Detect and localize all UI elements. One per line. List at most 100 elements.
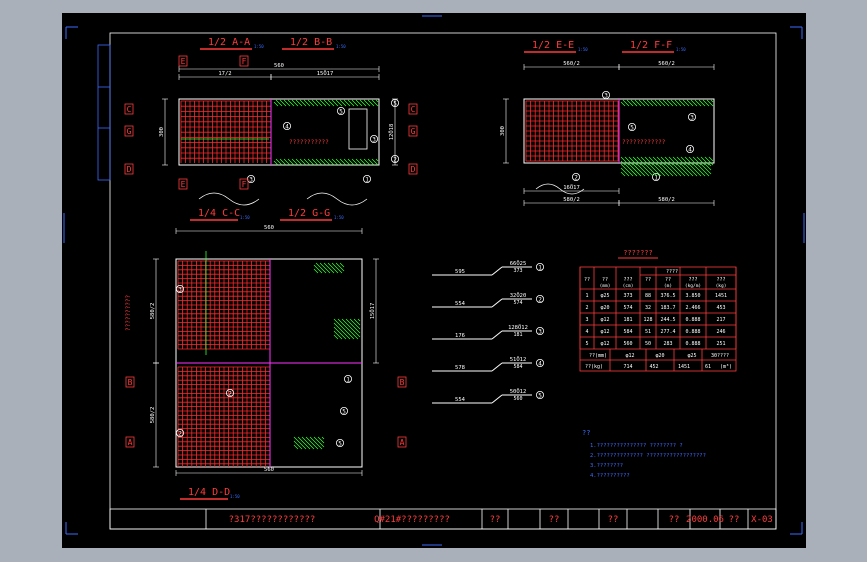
schedule-cell: 0.888 [685, 317, 700, 323]
cut-letter: A [400, 438, 405, 447]
schedule-header: ?? [645, 277, 651, 283]
schedule-cell: 3.850 [685, 293, 700, 299]
bar-mark-label: 3 [690, 115, 694, 122]
title-cell: ?? [490, 515, 501, 525]
hatch-line [341, 318, 361, 338]
bar-length: 176 [455, 333, 465, 339]
title-aa: 1/2 A-A 1:50 [200, 37, 264, 50]
hatch-line [700, 156, 710, 166]
bar-mark-label: 5 [339, 109, 343, 116]
cut-letter: C [411, 105, 416, 114]
hatch-ff-top [620, 99, 714, 107]
cut-letter: F [242, 180, 247, 189]
dim-top-total: 560 [178, 63, 380, 72]
schedule-cell: 574 [623, 305, 632, 311]
schedule-cell: 50 [645, 341, 651, 347]
hatch-line [672, 156, 682, 166]
curve [306, 192, 368, 206]
hatch-line [293, 440, 303, 450]
schedule-cell: 373 [623, 293, 632, 299]
hatch-line [375, 99, 379, 103]
schedule-cell: 181 [623, 317, 632, 323]
scale-note: 1:50 [240, 215, 250, 220]
title-dd: 1/4 D-D 1:50 [180, 487, 240, 500]
bar-mark: 1 [362, 174, 371, 184]
bar-detail-1: 595 66Ö25373 [432, 260, 532, 276]
section-cut-mark: F [239, 55, 249, 67]
schedule-cell: φ12 [600, 317, 609, 323]
schedule-header: ??? [623, 277, 632, 283]
hatch-line [636, 156, 646, 166]
section-cut-mark: E [178, 55, 188, 67]
schedule-sum: φ20 [655, 353, 664, 359]
schedule-header-unit: (m) [664, 283, 672, 289]
schedule-cell: φ12 [600, 329, 609, 335]
bar-mark-label: 1 [538, 265, 542, 272]
cut-letter: B [128, 378, 133, 387]
schedule-sum: φ12 [625, 353, 634, 359]
pocket-hatch [313, 262, 345, 274]
bar-mark: 3 [602, 91, 611, 100]
hatch-line [345, 318, 361, 334]
bar-mark: 2 [571, 172, 580, 182]
bar-sublabel: 373 [513, 268, 522, 274]
hatch-line [273, 101, 279, 107]
bar-shape [491, 362, 503, 372]
dim-plan-top: 560 [175, 225, 363, 234]
cut-letter: C [127, 105, 132, 114]
note-line: 4.?????????? [590, 473, 630, 479]
section-title: 1/2 F-F [630, 40, 672, 51]
bar-sublabel: 584 [513, 364, 522, 370]
hatch-line [293, 444, 299, 450]
hatch-line [624, 156, 634, 166]
section-cut-mark: B [125, 376, 135, 388]
note-line: 2.?????????????? ?????????????????? [590, 453, 706, 459]
hatch-line [668, 156, 678, 166]
bar-mark-label: 5 [338, 441, 342, 448]
title-ff: 1/2 F-F 1:50 [622, 40, 686, 53]
schedule-cell: 0.888 [685, 329, 700, 335]
dim-label: 560 [274, 63, 284, 69]
bar-mark: 5 [390, 99, 399, 108]
bar-mark: 3 [246, 174, 255, 184]
schedule-sum: (m³) [720, 364, 732, 370]
dim-half: 560/2 [523, 61, 620, 70]
schedule-cell: 183.7 [660, 305, 675, 311]
drawing-sheet: ?317???????????? Q#21#????????????????? 20… [63, 15, 805, 546]
bar-sublabel: 574 [513, 300, 522, 306]
dim-label: 15Ö17 [369, 303, 376, 320]
bar-mark-label: 4 [538, 361, 542, 368]
dim-count1: 15Ö17 [270, 70, 380, 80]
section-title: 1/2 B-B [290, 37, 332, 48]
schedule-cell: 128 [643, 317, 652, 323]
hatch-line [620, 101, 626, 107]
section-cut-mark: E [178, 178, 188, 190]
bar-mark: 3 [369, 135, 378, 144]
section-cut-mark: D [124, 163, 134, 175]
dim-height-ee: 300 [500, 98, 509, 164]
dim-label: 300 [159, 127, 165, 137]
hatch-line [333, 318, 355, 340]
cut-letter: D [411, 165, 416, 174]
note-line: 1.??????????????? ???????? ? [590, 443, 683, 449]
hatch-line [676, 156, 686, 166]
rebar-grid-ee [525, 100, 619, 162]
dim-label: 12Ö18 [388, 124, 395, 141]
cut-letter: E [181, 180, 186, 189]
left-margin-box [97, 44, 111, 181]
schedule-header-unit: (kg) [716, 283, 727, 289]
schedule-cell: 4 [585, 329, 588, 335]
hatch-line [313, 268, 319, 274]
schedule-cell: 244.5 [660, 317, 675, 323]
section-cut-mark: C [124, 103, 134, 115]
hatch-line [273, 160, 279, 166]
bar-detail-4: 578 51Ö12584 [432, 356, 532, 372]
schedule-sum: 1451 [678, 364, 690, 370]
section-cut-mark: A [397, 436, 407, 448]
foundation-curves-aa [198, 192, 368, 206]
bar-mark-label: 3 [249, 177, 253, 184]
section-title: 1/2 G-G [288, 208, 330, 219]
schedule-sum: φ25 [687, 353, 696, 359]
bar-detail-mark: 3 [535, 326, 544, 336]
schedule-cell: 376.5 [660, 293, 675, 299]
